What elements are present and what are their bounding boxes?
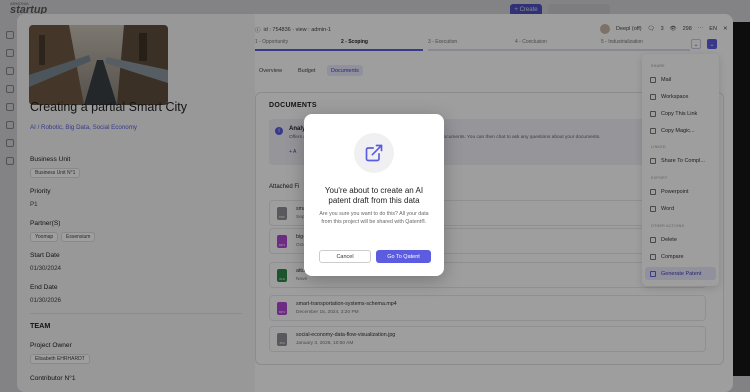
cancel-button[interactable]: Cancel xyxy=(319,250,371,263)
confirm-patent-modal: You're about to create an AI patent draf… xyxy=(304,114,444,276)
go-to-qatent-button[interactable]: Go To Qatent xyxy=(376,250,431,263)
modal-body: Are you sure you want to do this? All yo… xyxy=(319,211,429,225)
modal-title: You're about to create an AI patent draf… xyxy=(324,186,424,205)
external-link-icon xyxy=(354,133,394,173)
